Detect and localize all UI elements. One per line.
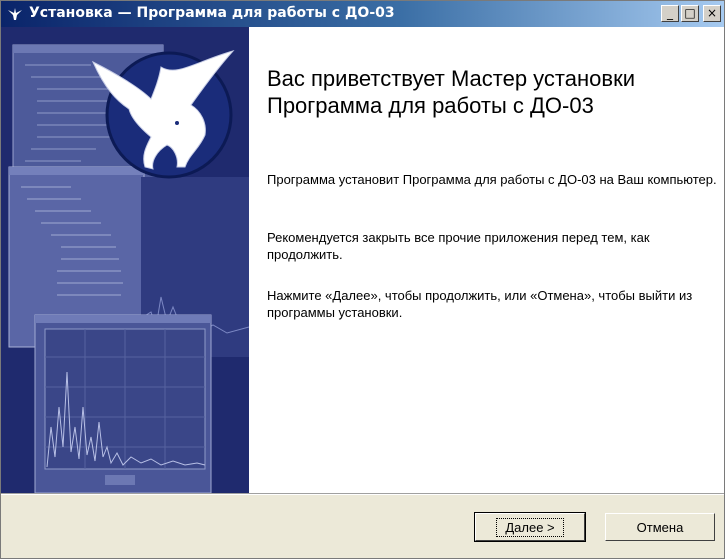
window-title: Установка — Программа для работы с ДО-03 xyxy=(29,5,395,21)
close-button[interactable]: × xyxy=(703,5,721,22)
bird-icon xyxy=(8,8,22,20)
footer-divider xyxy=(1,493,724,495)
sidebar-artwork xyxy=(1,27,249,493)
maximize-icon: □ xyxy=(684,6,696,20)
welcome-panel: Вас приветствует Мастер установки Програ… xyxy=(249,27,724,493)
minimize-button[interactable]: _ xyxy=(661,5,679,22)
cancel-button[interactable]: Отмена xyxy=(605,513,715,541)
title-bar[interactable]: Установка — Программа для работы с ДО-03… xyxy=(1,1,724,27)
recommendation-text: Рекомендуется закрыть все прочие приложе… xyxy=(267,230,650,262)
minimize-icon: _ xyxy=(667,6,673,20)
setup-window: Установка — Программа для работы с ДО-03… xyxy=(0,0,725,559)
close-icon: × xyxy=(706,6,718,20)
welcome-heading: Вас приветствует Мастер установки Програ… xyxy=(267,66,635,118)
next-button-label: Далее > xyxy=(496,517,564,537)
instructions-text: Нажмите «Далее», чтобы продолжить, или «… xyxy=(267,288,693,320)
intro-text: Программа установит Программа для работы… xyxy=(267,172,717,187)
maximize-button[interactable]: □ xyxy=(681,5,699,22)
next-button[interactable]: Далее > xyxy=(474,512,586,542)
wizard-sidebar-image xyxy=(1,27,249,493)
cancel-button-label: Отмена xyxy=(636,519,684,535)
